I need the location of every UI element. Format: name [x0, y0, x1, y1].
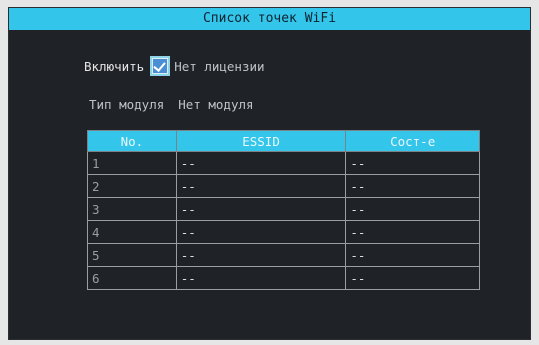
cell-essid: -- [175, 243, 347, 267]
cell-essid: -- [175, 220, 347, 244]
checkmark-icon [153, 59, 168, 73]
module-label: Тип модуля [89, 96, 165, 112]
cell-state: -- [345, 243, 480, 267]
cell-state: -- [345, 174, 480, 198]
enable-checkbox[interactable] [150, 56, 171, 76]
cell-state: -- [345, 220, 480, 244]
wifi-list-window: Список точек WiFi Включить Нет лицензии … [8, 7, 531, 340]
cell-essid: -- [175, 266, 347, 290]
col-header-state: Сост-е [345, 130, 480, 152]
col-header-essid: ESSID [175, 130, 347, 152]
table-row[interactable]: 1 -- -- [87, 151, 480, 175]
cell-state: -- [345, 197, 480, 221]
cell-no: 6 [87, 266, 177, 290]
cell-no: 1 [87, 151, 177, 175]
table-row[interactable]: 3 -- -- [87, 197, 480, 221]
cell-state: -- [345, 266, 480, 290]
cell-essid: -- [175, 174, 347, 198]
cell-state: -- [345, 151, 480, 175]
license-status: Нет лицензии [174, 58, 265, 74]
enable-row: Включить Нет лицензии [84, 54, 265, 78]
table-row[interactable]: 5 -- -- [87, 243, 480, 267]
wifi-table: No. ESSID Сост-е 1 -- -- 2 -- -- 3 -- --… [87, 130, 480, 290]
cell-essid: -- [175, 151, 347, 175]
table-row[interactable]: 6 -- -- [87, 266, 480, 290]
cell-no: 2 [87, 174, 177, 198]
module-row: Тип модуля Нет модуля [89, 94, 254, 114]
cell-essid: -- [175, 197, 347, 221]
cell-no: 4 [87, 220, 177, 244]
table-header-row: No. ESSID Сост-е [87, 130, 480, 152]
module-value: Нет модуля [178, 96, 254, 112]
col-header-no: No. [87, 130, 177, 152]
table-row[interactable]: 4 -- -- [87, 220, 480, 244]
table-row[interactable]: 2 -- -- [87, 174, 480, 198]
cell-no: 3 [87, 197, 177, 221]
enable-label: Включить [84, 58, 145, 74]
window-title: Список точек WiFi [9, 8, 530, 30]
cell-no: 5 [87, 243, 177, 267]
screen: Список точек WiFi Включить Нет лицензии … [0, 0, 539, 345]
